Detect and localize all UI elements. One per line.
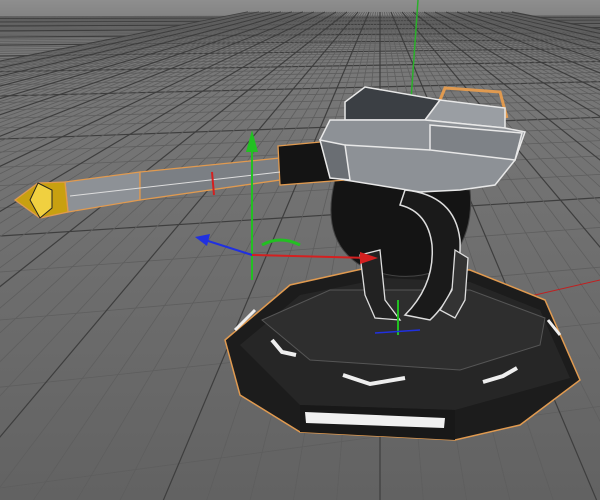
- viewport-canvas[interactable]: [0, 0, 600, 500]
- 3d-viewport[interactable]: [0, 0, 600, 500]
